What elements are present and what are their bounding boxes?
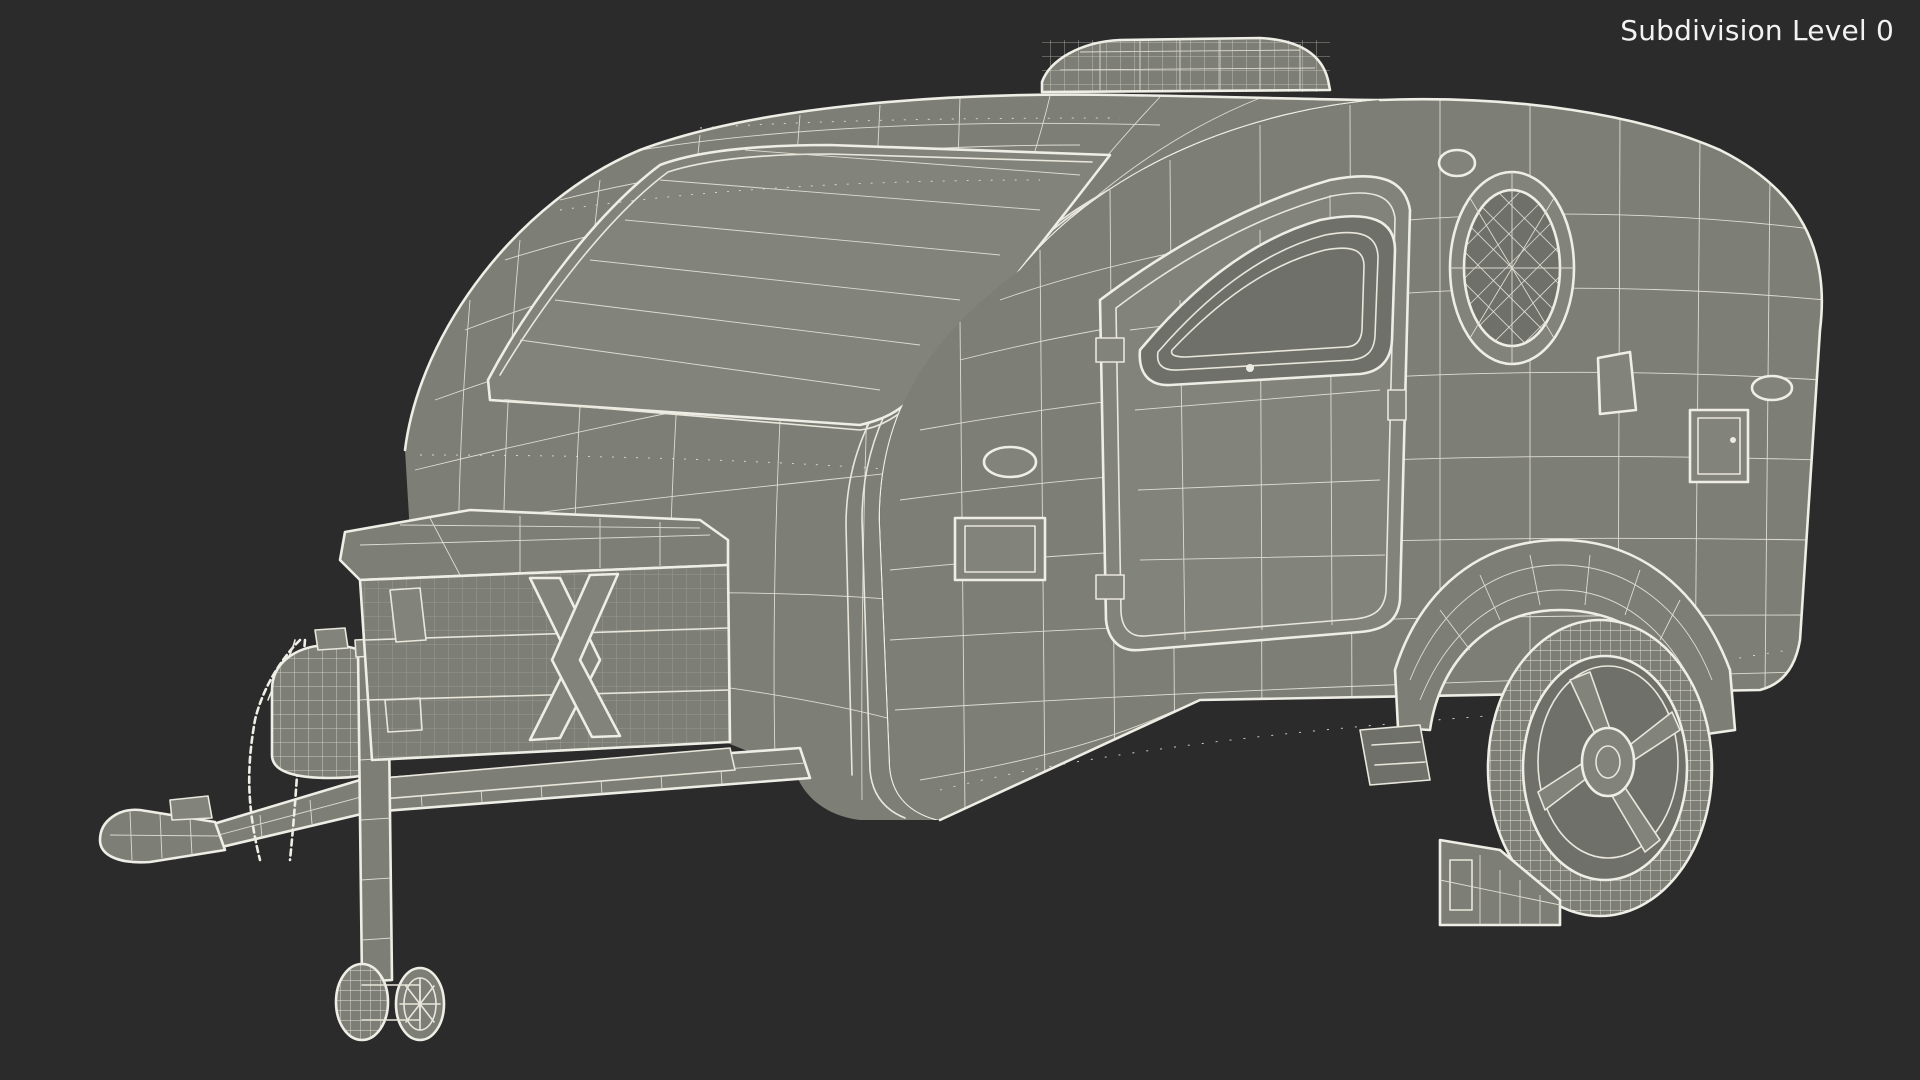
viewport-3d[interactable]: Subdivision Level 0 [0, 0, 1920, 1080]
suspension [1359, 724, 1431, 786]
hitch-coupler [98, 795, 227, 864]
teardrop-trailer-wireframe-render [98, 36, 1824, 1042]
porthole-window [1448, 170, 1576, 366]
subdivision-level-label: Subdivision Level 0 [1620, 14, 1894, 47]
a-frame-tongue [158, 746, 812, 860]
front-storage-box [338, 508, 732, 762]
roof-vent [1040, 36, 1332, 94]
